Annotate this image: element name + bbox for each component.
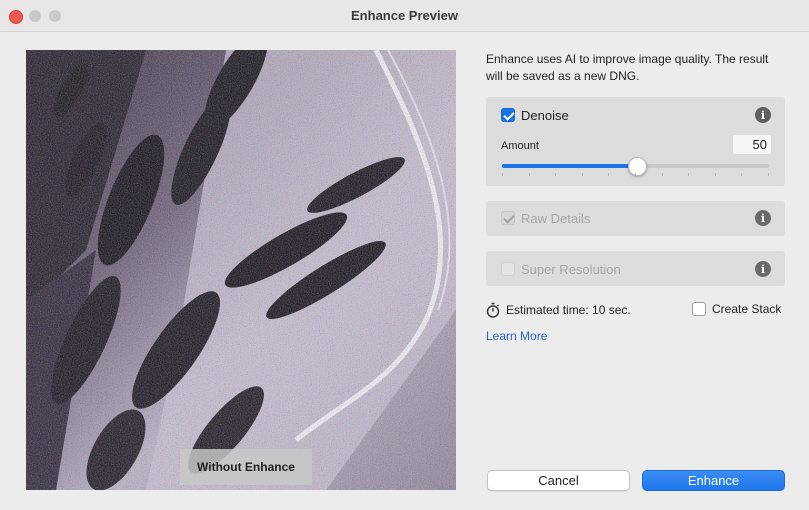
denoise-label[interactable]: Denoise	[521, 108, 569, 123]
cancel-button[interactable]: Cancel	[487, 470, 630, 491]
amount-label: Amount	[501, 140, 539, 152]
create-stack-label[interactable]: Create Stack	[712, 302, 781, 316]
create-stack-option[interactable]: Create Stack	[692, 302, 781, 316]
preview-photo	[26, 50, 456, 490]
stopwatch-icon	[486, 302, 500, 318]
raw-details-info-icon[interactable]: i	[755, 210, 771, 226]
amount-value-field[interactable]: 50	[733, 135, 771, 154]
denoise-info-icon[interactable]: i	[755, 107, 771, 123]
enhance-description: Enhance uses AI to improve image quality…	[486, 52, 769, 83]
estimated-time: Estimated time: 10 sec.	[486, 302, 631, 318]
without-enhance-label: Without Enhance	[180, 449, 312, 485]
preview-image[interactable]: Without Enhance	[26, 50, 456, 490]
create-stack-checkbox[interactable]	[692, 302, 706, 316]
estimated-time-text: Estimated time: 10 sec.	[506, 303, 631, 317]
enhance-button[interactable]: Enhance	[642, 470, 785, 491]
window-title: Enhance Preview	[351, 8, 458, 23]
super-resolution-section: Super Resolution i	[486, 251, 785, 286]
super-resolution-checkbox	[501, 262, 515, 276]
amount-slider-fill	[502, 164, 636, 168]
raw-details-section: Raw Details i	[486, 201, 785, 236]
title-bar: Enhance Preview	[0, 0, 809, 32]
super-resolution-info-icon[interactable]: i	[755, 261, 771, 277]
denoise-section: Denoise i Amount 50	[486, 97, 785, 186]
learn-more-link[interactable]: Learn More	[486, 329, 547, 343]
denoise-checkbox[interactable]	[501, 108, 515, 122]
raw-details-checkbox	[501, 211, 515, 225]
raw-details-label: Raw Details	[521, 211, 591, 226]
amount-slider[interactable]	[502, 157, 769, 176]
amount-slider-ticks	[502, 173, 769, 176]
super-resolution-label: Super Resolution	[521, 262, 621, 277]
